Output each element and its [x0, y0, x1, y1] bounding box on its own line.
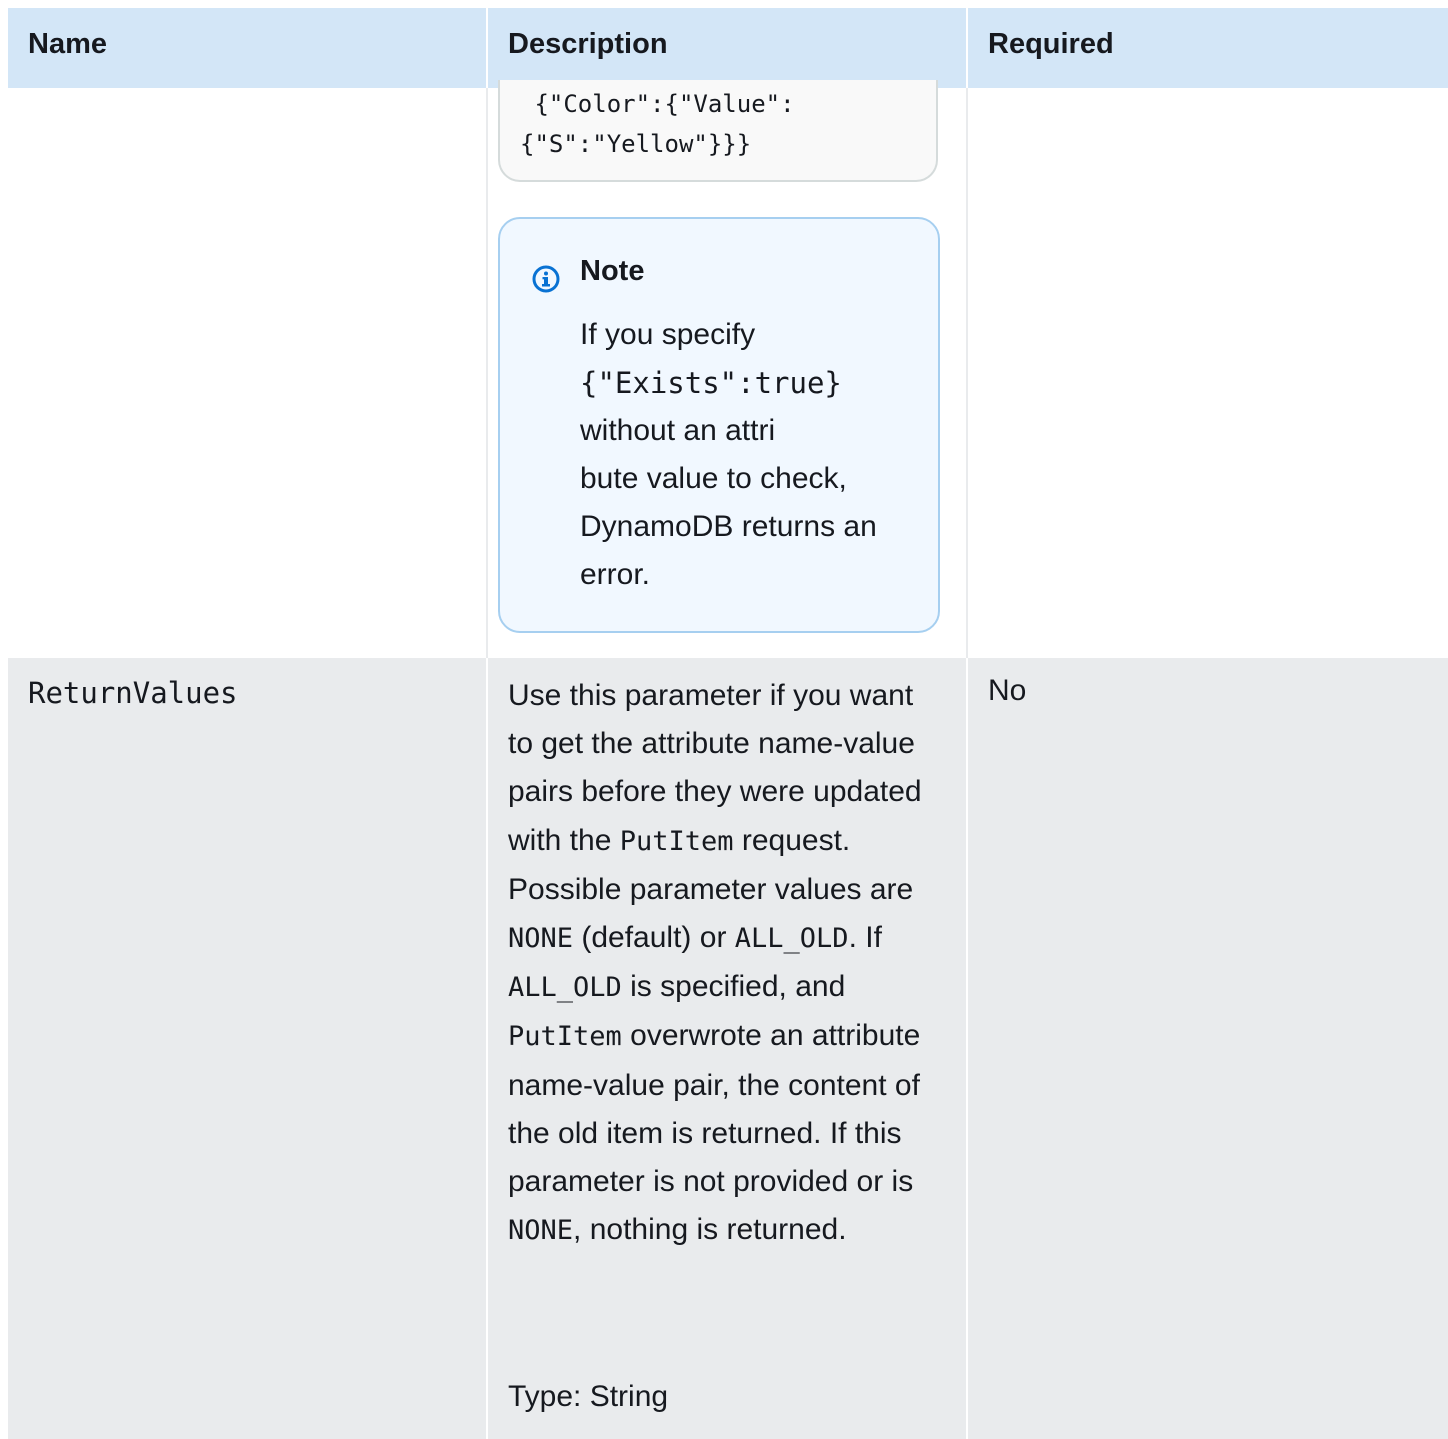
cell-name — [8, 658, 488, 1439]
cell-required — [968, 658, 1448, 1439]
desc-text: . If — [848, 921, 882, 955]
cell-name-empty — [8, 88, 488, 658]
desc-text: (default) or — [573, 921, 735, 955]
note-body: If you specify {"Exists":true} without a… — [580, 311, 920, 599]
desc-text: is specified, and — [621, 970, 846, 1004]
note-text: bute value to check, — [580, 462, 847, 495]
info-icon — [532, 265, 560, 293]
note-text: DynamoDB returns an — [580, 510, 877, 543]
desc-text: , nothing is returned. — [573, 1213, 847, 1247]
header-name: Name — [8, 8, 488, 88]
code-example: {"Color":{"Value": {"S":"Yellow"}}} — [498, 80, 938, 182]
code-none: NONE — [508, 923, 574, 955]
code-all-old: ALL_OLD — [508, 972, 622, 1004]
note-title: Note — [580, 255, 645, 287]
param-description: Use this parameter if you want to get th… — [508, 672, 938, 1255]
code-line-2: {"S":"Yellow"}}} — [520, 130, 752, 158]
code-putitem: PutItem — [619, 825, 734, 857]
header-description: Description — [488, 8, 968, 88]
note-code-exists: {"Exists":true} — [580, 366, 842, 400]
header-required: Required — [988, 28, 1114, 60]
code-putitem: PutItem — [508, 1021, 622, 1053]
table-header-row: Name Description Required — [8, 8, 1448, 88]
note-callout: Note If you specify {"Exists":true} with… — [498, 217, 940, 633]
param-type: Type: String — [508, 1380, 669, 1413]
param-required-value: No — [988, 674, 1027, 707]
code-none: NONE — [508, 1215, 574, 1247]
code-line-1: {"Color":{"Value": — [520, 90, 795, 118]
note-text: If you specify — [580, 318, 756, 351]
note-text: error. — [580, 558, 651, 591]
cell-required-empty — [968, 88, 1448, 658]
note-text: without an attri — [580, 414, 776, 447]
code-all-old: ALL_OLD — [734, 923, 849, 955]
param-name-returnvalues: ReturnValues — [28, 676, 238, 710]
